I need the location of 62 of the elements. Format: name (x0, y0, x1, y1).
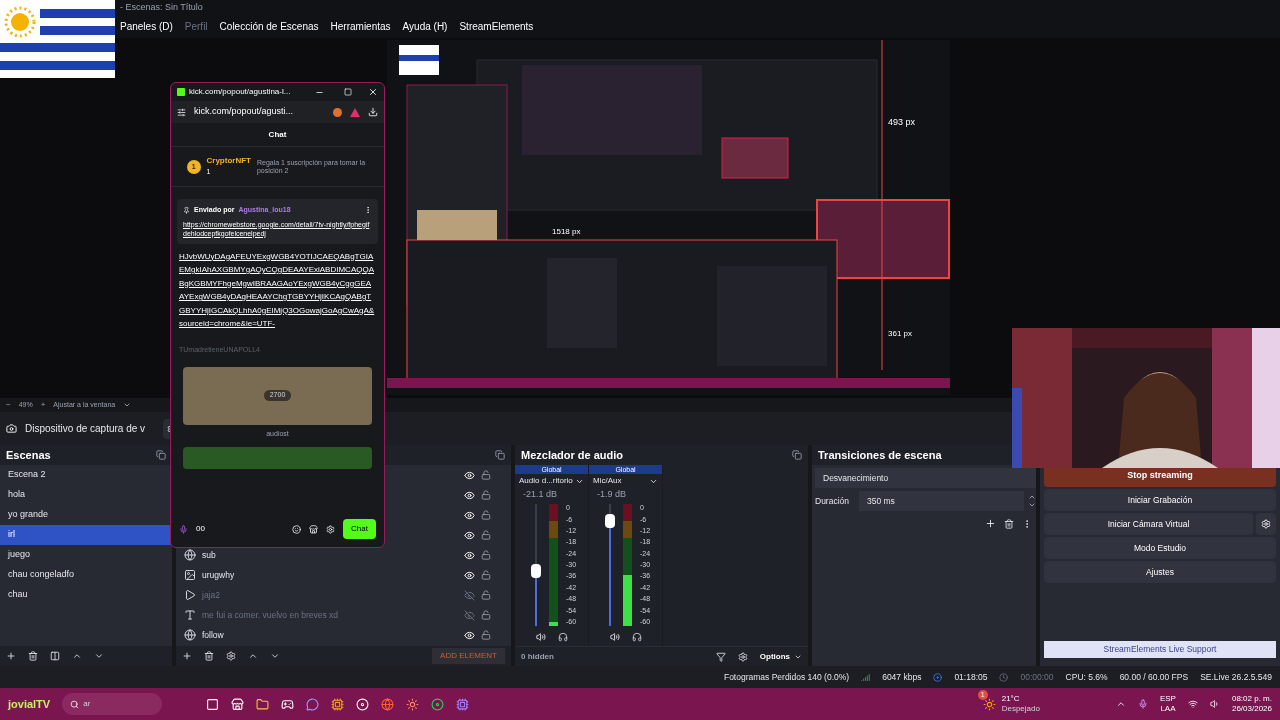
input-language[interactable]: ESP (1159, 694, 1176, 705)
options-button[interactable]: Options (759, 650, 802, 663)
scene-item[interactable]: chau congeladfo (0, 565, 172, 586)
volume-reading: -1.9 dB (596, 488, 628, 501)
scene-item[interactable]: irl (0, 525, 172, 546)
dimension-label: 361 px (888, 327, 913, 340)
record-time: 00:00:00 (1020, 670, 1054, 684)
scene-item[interactable]: yo grande (0, 505, 172, 526)
window-title: - Escenas: Sin Título (120, 1, 203, 15)
control-button[interactable]: Iniciar Grabación (1044, 489, 1276, 512)
scene-item[interactable]: juego (0, 545, 172, 566)
selected-source: Dispositivo de captura de v (25, 422, 147, 437)
live-support-button[interactable]: StreamElements Live Support (1044, 641, 1276, 659)
channel-name: Mic/Aux (593, 475, 622, 488)
search-field[interactable]: ar (62, 693, 163, 716)
control-button[interactable]: Ajustes (1044, 561, 1276, 584)
hidden-count: 0 hidden (521, 650, 554, 663)
source-name[interactable]: sub (202, 548, 216, 562)
duration-field[interactable]: 350 ms (859, 491, 1024, 512)
cpu-usage: CPU: 5.6% (1065, 670, 1108, 684)
rank-badge: 1 (187, 159, 201, 174)
source-name[interactable]: urugwhy (202, 568, 235, 582)
scene-item[interactable]: hola (0, 485, 172, 506)
dimension-label: 1518 px (552, 225, 581, 238)
search-text: ar (83, 698, 91, 711)
dock-title: Transiciones de escena (818, 447, 942, 463)
chat-heading: Chat (171, 123, 384, 147)
version: SE.Live 26.2.5.549 (1200, 670, 1272, 684)
menu-item[interactable]: Colección de Escenas (219, 19, 319, 35)
control-button[interactable]: Modo Estudio (1044, 537, 1276, 560)
duration-label: Duración (815, 494, 851, 508)
stream-time: 01:18:05 (954, 670, 988, 684)
menu-item[interactable]: StreamElements (459, 19, 534, 35)
scene-item[interactable]: chau (0, 585, 172, 606)
clock-time[interactable]: 08:02 p. m. (1231, 694, 1272, 705)
scene-item[interactable]: Escena 2 (0, 465, 172, 486)
menu-item[interactable]: Herramientas (330, 19, 391, 35)
control-button[interactable]: Iniciar Cámara Virtual (1044, 513, 1253, 536)
dock-title: Mezclador de audio (521, 447, 624, 463)
clock-date[interactable]: 26/03/2026 (1231, 704, 1272, 715)
channel-name: Audio d...ritorio (519, 475, 573, 488)
menu-item[interactable]: Ayuda (H) (402, 19, 448, 35)
volume-reading: -21.1 dB (522, 488, 559, 501)
keyboard-layout[interactable]: LAA (1160, 704, 1176, 715)
temperature: 21°C (1001, 694, 1021, 705)
source-name[interactable]: follow (202, 628, 224, 642)
menu-item[interactable]: Paneles (D) (120, 19, 173, 35)
fps: 60.00 / 60.00 FPS (1119, 670, 1189, 684)
bitrate: 6047 kbps (882, 670, 922, 684)
overlay-logo: jovialTV (8, 696, 51, 712)
dock-title: Escenas (6, 447, 51, 463)
dropped-frames: Fotogramas Perdidos 140 (0.0%) (723, 670, 850, 684)
send-chat-button[interactable]: Chat (343, 519, 376, 539)
message-link[interactable]: HJvbWUyDAgAFEUYExgWGB4YOTIJCAEQABgTGIAEMgkIAhAXGBMYgAQyCQgDEAAYExiABDIMCAQQABgKGBMYFhgeMgwIBRAAGAoYExgWGB4yCggGEAAYExgWGB4yDAgHEAAYChgTGBYYHjIKCAgQABgTGBYYHjIGCAkQLhhA0gEIMjQ3OGowajGoAgCwAgA&sourceid=chrome&ie=UTF- (179, 249, 376, 331)
points-count: 00 (196, 523, 205, 535)
weather-condition: Despejado (1001, 704, 1040, 715)
zoom-out-button[interactable]: − (6, 399, 11, 412)
leader-name: CryptorNFT (206, 155, 251, 168)
dimension-label: 493 px (888, 115, 916, 129)
zoom-in-button[interactable]: + (40, 399, 46, 412)
transition-select[interactable]: Desvanecimiento (815, 468, 1036, 489)
window-title: kick.com/popout/agustina-l... (189, 86, 291, 98)
